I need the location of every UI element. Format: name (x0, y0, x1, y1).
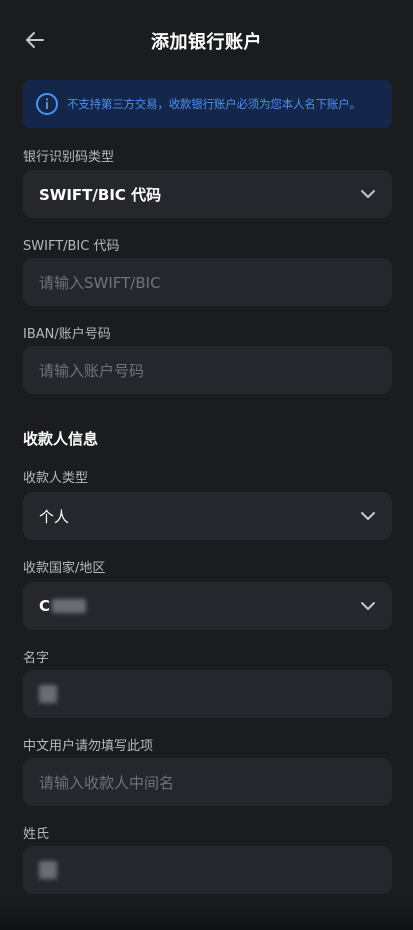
middle-name-input[interactable]: 请输入收款人中间名 (23, 758, 392, 806)
chevron-down-icon (361, 190, 375, 198)
bank-code-type-select[interactable]: SWIFT/BIC 代码 (23, 170, 392, 218)
payee-country-select[interactable]: C (23, 582, 392, 630)
payee-type-label: 收款人类型 (23, 471, 89, 486)
iban-input[interactable]: 请输入账户号码 (23, 346, 392, 394)
iban-placeholder: 请输入账户号码 (39, 361, 145, 380)
notice-banner: 不支持第三方交易，收款银行账户必须为您本人名下账户。 (23, 80, 392, 128)
page-title: 添加银行账户 (151, 32, 262, 53)
chevron-down-icon (361, 602, 375, 610)
redacted-blur (39, 685, 57, 703)
chevron-down-icon (361, 512, 375, 520)
bank-code-type-value: SWIFT/BIC 代码 (39, 185, 162, 204)
last-name-input[interactable] (23, 846, 392, 894)
swift-input[interactable]: 请输入SWIFT/BIC (23, 258, 392, 306)
notice-text: 不支持第三方交易，收款银行账户必须为您本人名下账户。 (67, 97, 361, 111)
swift-placeholder: 请输入SWIFT/BIC (39, 273, 161, 292)
redacted-blur (39, 861, 57, 879)
bottom-fade (0, 898, 413, 930)
swift-label: SWIFT/BIC 代码 (23, 239, 120, 254)
info-icon (36, 93, 58, 115)
payee-type-select[interactable]: 个人 (23, 492, 392, 540)
payee-section-title: 收款人信息 (23, 430, 99, 448)
bank-code-type-label: 银行识别码类型 (23, 150, 115, 165)
middle-name-placeholder: 请输入收款人中间名 (39, 773, 175, 792)
last-name-label: 姓氏 (23, 827, 50, 842)
header: 添加银行账户 (0, 0, 413, 80)
first-name-input[interactable] (23, 670, 392, 718)
first-name-label: 名字 (23, 651, 50, 666)
payee-country-value: C (39, 597, 51, 615)
payee-country-label: 收款国家/地区 (23, 561, 106, 576)
iban-label: IBAN/账户号码 (23, 327, 111, 342)
middle-name-label: 中文用户请勿填写此项 (23, 739, 154, 754)
redacted-blur (52, 599, 87, 613)
payee-type-value: 个人 (39, 507, 70, 526)
